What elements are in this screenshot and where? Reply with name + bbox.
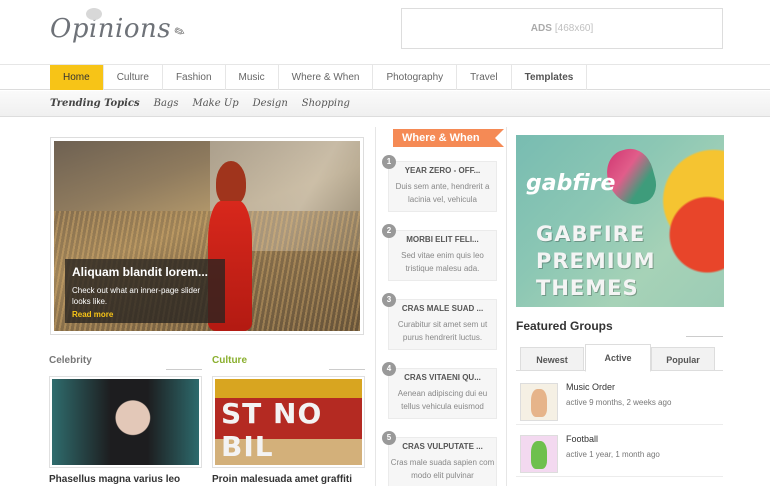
- item-text: Sed vitae enim quis leo tristique malesu…: [401, 251, 484, 273]
- list-item[interactable]: CRAS VULPUTATE ... Cras male suada sapie…: [376, 427, 508, 486]
- ad-size: [468x60]: [554, 23, 594, 34]
- tab-active[interactable]: Active: [585, 344, 651, 372]
- nav-music[interactable]: Music: [226, 65, 279, 90]
- nav-home[interactable]: Home: [50, 65, 104, 90]
- banner-headline: GABFIRE PREMIUM THEMES: [536, 222, 656, 300]
- featured-slider[interactable]: Aliquam blandit lorem... Check out what …: [50, 137, 364, 335]
- banner-brand: gabfire: [526, 171, 616, 196]
- item-title[interactable]: CRAS VITAENI QU...: [389, 373, 496, 382]
- where-when-list: YEAR ZERO - OFF... Duis sem ante, hendre…: [376, 151, 508, 486]
- group-activity: active 9 months, 2 weeks ago: [566, 398, 672, 407]
- category-culture: Culture ST NO BIL Proin malesuada amet g…: [212, 355, 365, 485]
- nav-culture[interactable]: Culture: [104, 65, 163, 90]
- list-item[interactable]: CRAS VITAENI QU... Aenean adipiscing dui…: [376, 358, 508, 427]
- nav-photography[interactable]: Photography: [373, 65, 458, 90]
- logo-text: Opinions: [50, 14, 172, 44]
- item-text: Aenean adipiscing dui eu tellus vehicula…: [397, 389, 488, 411]
- site-header: Opinions✎ ADS [468x60]: [0, 0, 770, 64]
- category-heading[interactable]: Celebrity: [49, 355, 202, 370]
- ad-banner-placeholder[interactable]: ADS [468x60]: [401, 8, 723, 49]
- speech-bubble-icon: [86, 8, 102, 20]
- group-activity: active 1 year, 1 month ago: [566, 450, 660, 459]
- celebrity-thumbnail[interactable]: [49, 376, 202, 468]
- slider-title[interactable]: Aliquam blandit lorem...: [72, 265, 218, 279]
- group-item[interactable]: Music Order active 9 months, 2 weeks ago: [516, 377, 723, 425]
- where-when-ribbon[interactable]: Where & When: [393, 129, 504, 147]
- subnav-design[interactable]: Design: [253, 91, 288, 117]
- list-item[interactable]: YEAR ZERO - OFF... Duis sem ante, hendre…: [376, 151, 508, 220]
- list-item[interactable]: CRAS MALE SUAD ... Curabitur sit amet se…: [376, 289, 508, 358]
- category-heading-text: Culture: [212, 355, 247, 366]
- avatar[interactable]: [520, 435, 558, 473]
- nav-travel[interactable]: Travel: [457, 65, 512, 90]
- slider-caption: Aliquam blandit lorem... Check out what …: [65, 259, 225, 323]
- item-title[interactable]: CRAS VULPUTATE ...: [389, 442, 496, 451]
- featured-groups-tabs: Newest Active Popular: [516, 344, 723, 372]
- group-name[interactable]: Football: [566, 434, 598, 444]
- category-heading[interactable]: Culture: [212, 355, 365, 370]
- subnav-make-up[interactable]: Make Up: [192, 91, 238, 117]
- item-text: Cras male suada sapien com modo elit pul…: [390, 458, 495, 480]
- celebrity-post-title[interactable]: Phasellus magna varius leo: [49, 474, 202, 485]
- read-more-link[interactable]: Read more: [72, 310, 218, 319]
- featured-groups-title: Featured Groups: [516, 319, 613, 333]
- item-number-badge: 2: [382, 224, 396, 238]
- gabfire-ad-banner[interactable]: gabfire GABFIRE PREMIUM THEMES: [516, 135, 724, 307]
- cartoon-figure-icon: [531, 441, 547, 469]
- tab-popular[interactable]: Popular: [651, 347, 715, 371]
- tab-newest[interactable]: Newest: [520, 347, 584, 371]
- category-celebrity: Celebrity Phasellus magna varius leo: [49, 355, 202, 485]
- site-logo[interactable]: Opinions✎: [50, 8, 188, 44]
- item-title[interactable]: MORBI ELIT FELI...: [389, 235, 496, 244]
- item-text: Curabitur sit amet sem ut purus hendreri…: [397, 320, 488, 342]
- cartoon-figure-icon: [531, 389, 547, 417]
- where-when-column: Where & When YEAR ZERO - OFF... Duis sem…: [375, 127, 507, 486]
- subnav-trending-topics: Trending Topics: [50, 98, 140, 109]
- list-item[interactable]: MORBI ELIT FELI... Sed vitae enim quis l…: [376, 220, 508, 289]
- category-heading-text: Celebrity: [49, 355, 92, 366]
- culture-post-title[interactable]: Proin malesuada amet graffiti: [212, 474, 365, 485]
- item-number-badge: 4: [382, 362, 396, 376]
- slider-image[interactable]: Aliquam blandit lorem... Check out what …: [54, 141, 360, 331]
- nav-templates[interactable]: Templates: [512, 65, 588, 90]
- group-item[interactable]: Football active 1 year, 1 month ago: [516, 429, 723, 477]
- avatar[interactable]: [520, 383, 558, 421]
- item-title[interactable]: CRAS MALE SUAD ...: [389, 304, 496, 313]
- nav-fashion[interactable]: Fashion: [163, 65, 226, 90]
- nav-where-when[interactable]: Where & When: [279, 65, 374, 90]
- graffiti-text: ST NO BIL: [221, 397, 323, 463]
- slider-text: Check out what an inner-page slider look…: [72, 286, 201, 306]
- pen-icon: ✎: [169, 23, 189, 43]
- culture-thumbnail[interactable]: ST NO BIL: [212, 376, 365, 468]
- sub-navigation: Trending Topics Bags Make Up Design Shop…: [0, 91, 770, 117]
- subnav-shopping[interactable]: Shopping: [302, 91, 350, 117]
- main-navigation: Home Culture Fashion Music Where & When …: [0, 64, 770, 90]
- item-text: Duis sem ante, hendrerit a lacinia vel, …: [395, 182, 490, 204]
- item-title[interactable]: YEAR ZERO - OFF...: [389, 166, 496, 175]
- item-number-badge: 5: [382, 431, 396, 445]
- group-name[interactable]: Music Order: [566, 382, 615, 392]
- subnav-bags[interactable]: Bags: [154, 91, 179, 117]
- ad-label: ADS: [530, 23, 552, 34]
- item-number-badge: 3: [382, 293, 396, 307]
- item-number-badge: 1: [382, 155, 396, 169]
